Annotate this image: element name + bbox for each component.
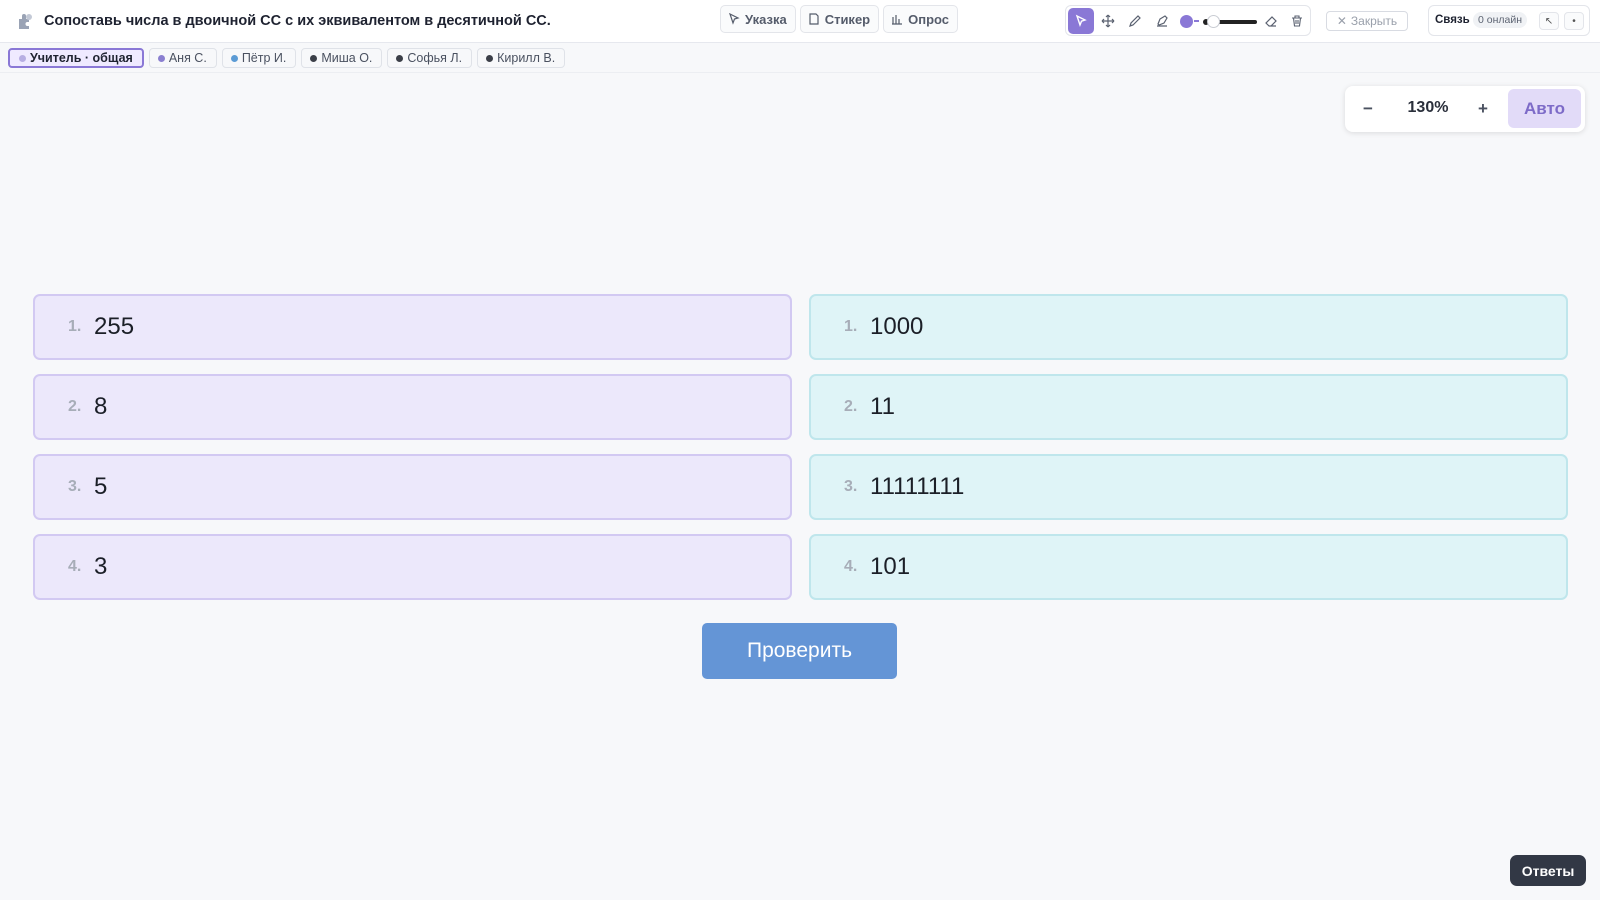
item-value: 11	[870, 393, 895, 420]
tab-label: Аня С.	[168, 51, 207, 65]
dot-icon: •	[1572, 15, 1576, 27]
tab-status-dot	[396, 54, 404, 62]
item-value: 8	[94, 393, 108, 420]
item-number: 4.	[844, 558, 858, 575]
item-number: 4.	[68, 558, 82, 575]
item-value: 3	[94, 553, 108, 580]
answers-button[interactable]: Ответы	[1510, 855, 1586, 886]
highlighter-icon	[1157, 15, 1168, 27]
item-value: 255	[94, 313, 135, 340]
tab-status-dot	[486, 54, 494, 62]
pen-icon	[1129, 15, 1141, 27]
clear-button[interactable]	[1284, 8, 1310, 34]
drawing-toolbar	[1065, 5, 1311, 36]
pen-tool-button[interactable]	[1122, 8, 1148, 34]
tab-label: Миша О.	[321, 51, 373, 65]
top-bar: Сопоставь числа в двоичной СС с их эквив…	[0, 0, 1600, 43]
connection-panel: Связь 0 онлайн ↖ •	[1428, 5, 1590, 36]
zoom-out-button[interactable]: −	[1355, 96, 1381, 122]
pointer-icon	[729, 13, 740, 25]
select-tool-button[interactable]	[1068, 8, 1094, 34]
slider-thumb[interactable]	[1207, 15, 1220, 28]
eraser-icon	[1265, 16, 1277, 27]
highlighter-tool-button[interactable]	[1149, 8, 1175, 34]
online-count-badge: 0 онлайн	[1473, 12, 1528, 28]
puzzle-icon	[19, 14, 32, 29]
trash-icon	[1292, 15, 1302, 27]
tab-status-dot	[157, 54, 165, 62]
item-number: 1.	[844, 318, 858, 335]
pointer-label: Указка	[745, 11, 787, 27]
item-value: 5	[94, 473, 108, 500]
eraser-tool-button[interactable]	[1258, 8, 1284, 34]
cursor-icon	[1075, 14, 1087, 28]
tab-label: Учитель · общая	[30, 51, 133, 65]
collapse-button[interactable]: ↖	[1539, 12, 1559, 30]
tab-misha[interactable]: Миша О.	[301, 48, 383, 68]
color-picker[interactable]	[1180, 15, 1193, 28]
tab-teacher-common[interactable]: Учитель · общая	[8, 48, 144, 68]
move-tool-button[interactable]	[1095, 8, 1121, 34]
zoom-control: − 130% + Авто	[1345, 86, 1585, 132]
sticker-label: Стикер	[824, 11, 871, 27]
item-number: 2.	[68, 398, 82, 415]
tabs-divider	[0, 72, 1600, 73]
tab-label: Кирилл В.	[497, 51, 556, 65]
tab-anya[interactable]: Аня С.	[148, 48, 217, 68]
tool-buttons: Указка Стикер Опрос	[720, 5, 959, 33]
right-match-item[interactable]: 1. 1000	[809, 294, 1568, 360]
close-label: Закрыть	[1350, 14, 1398, 28]
item-number: 1.	[68, 318, 82, 335]
more-button[interactable]: •	[1564, 12, 1584, 30]
item-value: 101	[870, 553, 911, 580]
left-match-item[interactable]: 2. 8	[33, 374, 792, 440]
sticker-button[interactable]: Стикер	[799, 5, 880, 33]
item-number: 2.	[844, 398, 858, 415]
tab-status-dot	[19, 54, 26, 62]
left-match-item[interactable]: 3. 5	[33, 454, 792, 520]
move-icon	[1101, 14, 1115, 28]
tab-petr[interactable]: Пётр И.	[221, 48, 297, 68]
tab-kirill[interactable]: Кирилл В.	[477, 48, 566, 68]
color-dropdown-indicator	[1194, 20, 1199, 22]
zoom-auto-button[interactable]: Авто	[1508, 89, 1581, 128]
right-match-item[interactable]: 3. 11111111	[809, 454, 1568, 520]
tab-label: Пётр И.	[241, 51, 287, 65]
item-number: 3.	[68, 478, 82, 495]
zoom-in-button[interactable]: +	[1470, 96, 1496, 122]
right-match-item[interactable]: 2. 11	[809, 374, 1568, 440]
board-tabs: Учитель · общая Аня С. Пётр И. Миша О. С…	[8, 48, 566, 68]
check-button[interactable]: Проверить	[702, 623, 897, 679]
connection-label: Связь	[1435, 14, 1470, 26]
tab-sofya[interactable]: Софья Л.	[387, 48, 473, 68]
tab-label: Софья Л.	[407, 51, 463, 65]
left-match-item[interactable]: 4. 3	[33, 534, 792, 600]
left-match-item[interactable]: 1. 255	[33, 294, 792, 360]
sticker-icon	[809, 13, 819, 25]
page-title: Сопоставь числа в двоичной СС с их эквив…	[44, 13, 551, 29]
item-number: 3.	[844, 478, 858, 495]
zoom-level: 130%	[1407, 99, 1449, 116]
poll-icon	[892, 15, 903, 25]
right-match-item[interactable]: 4. 101	[809, 534, 1568, 600]
close-button[interactable]: ✕ Закрыть	[1326, 11, 1408, 31]
item-value: 1000	[870, 313, 924, 340]
tab-status-dot	[230, 54, 238, 62]
arrow-up-left-icon: ↖	[1544, 15, 1554, 27]
tab-status-dot	[310, 54, 318, 62]
close-icon: ✕	[1336, 14, 1347, 28]
pointer-button[interactable]: Указка	[720, 5, 796, 33]
poll-button[interactable]: Опрос	[883, 5, 959, 33]
item-value: 11111111	[870, 473, 965, 500]
poll-label: Опрос	[908, 11, 950, 27]
